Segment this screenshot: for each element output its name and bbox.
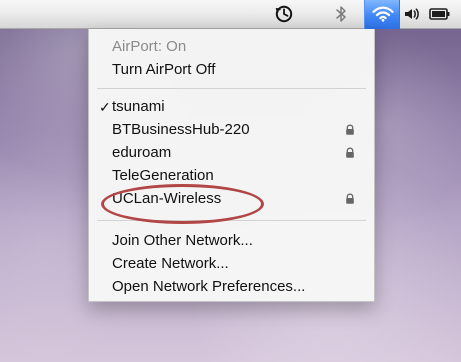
network-item-eduroam[interactable]: eduroam xyxy=(89,143,374,163)
join-other-network-item[interactable]: Join Other Network... xyxy=(89,231,374,251)
network-item-telegeneration[interactable]: TeleGeneration xyxy=(89,166,374,186)
airport-status-item: AirPort: On xyxy=(89,37,374,57)
volume-icon[interactable] xyxy=(402,0,422,28)
network-item-uclan-wireless[interactable]: UCLan-Wireless xyxy=(89,189,374,209)
turn-airport-off-item[interactable]: Turn AirPort Off xyxy=(89,60,374,80)
menu-bar xyxy=(0,0,461,29)
airport-menu: AirPort: On Turn AirPort Off ✓ tsunami B… xyxy=(88,29,375,302)
network-item-tsunami[interactable]: ✓ tsunami xyxy=(89,97,374,117)
menu-separator xyxy=(97,220,366,221)
join-other-network-label: Join Other Network... xyxy=(112,232,253,249)
network-name-label: tsunami xyxy=(112,98,165,115)
airport-menu-extra[interactable] xyxy=(364,0,400,29)
battery-icon[interactable] xyxy=(428,0,452,28)
time-machine-icon[interactable] xyxy=(272,0,296,28)
checkmark-icon: ✓ xyxy=(99,99,111,115)
bluetooth-icon[interactable] xyxy=(332,0,352,28)
lock-icon xyxy=(346,124,354,135)
create-network-label: Create Network... xyxy=(112,255,229,272)
create-network-item[interactable]: Create Network... xyxy=(89,254,374,274)
lock-icon xyxy=(346,193,354,204)
turn-airport-off-label: Turn AirPort Off xyxy=(112,61,216,78)
network-name-label: eduroam xyxy=(112,144,172,161)
open-network-preferences-label: Open Network Preferences... xyxy=(112,278,306,295)
airport-status-label: AirPort: On xyxy=(112,38,187,55)
open-network-preferences-item[interactable]: Open Network Preferences... xyxy=(89,277,374,297)
menu-separator xyxy=(97,88,366,89)
lock-icon xyxy=(346,147,354,158)
network-item-btbusinesshub-220[interactable]: BTBusinessHub-220 xyxy=(89,120,374,140)
network-name-label: TeleGeneration xyxy=(112,167,214,184)
network-name-label: UCLan-Wireless xyxy=(112,190,222,207)
network-name-label: BTBusinessHub-220 xyxy=(112,121,250,138)
airport-icon xyxy=(369,0,397,28)
